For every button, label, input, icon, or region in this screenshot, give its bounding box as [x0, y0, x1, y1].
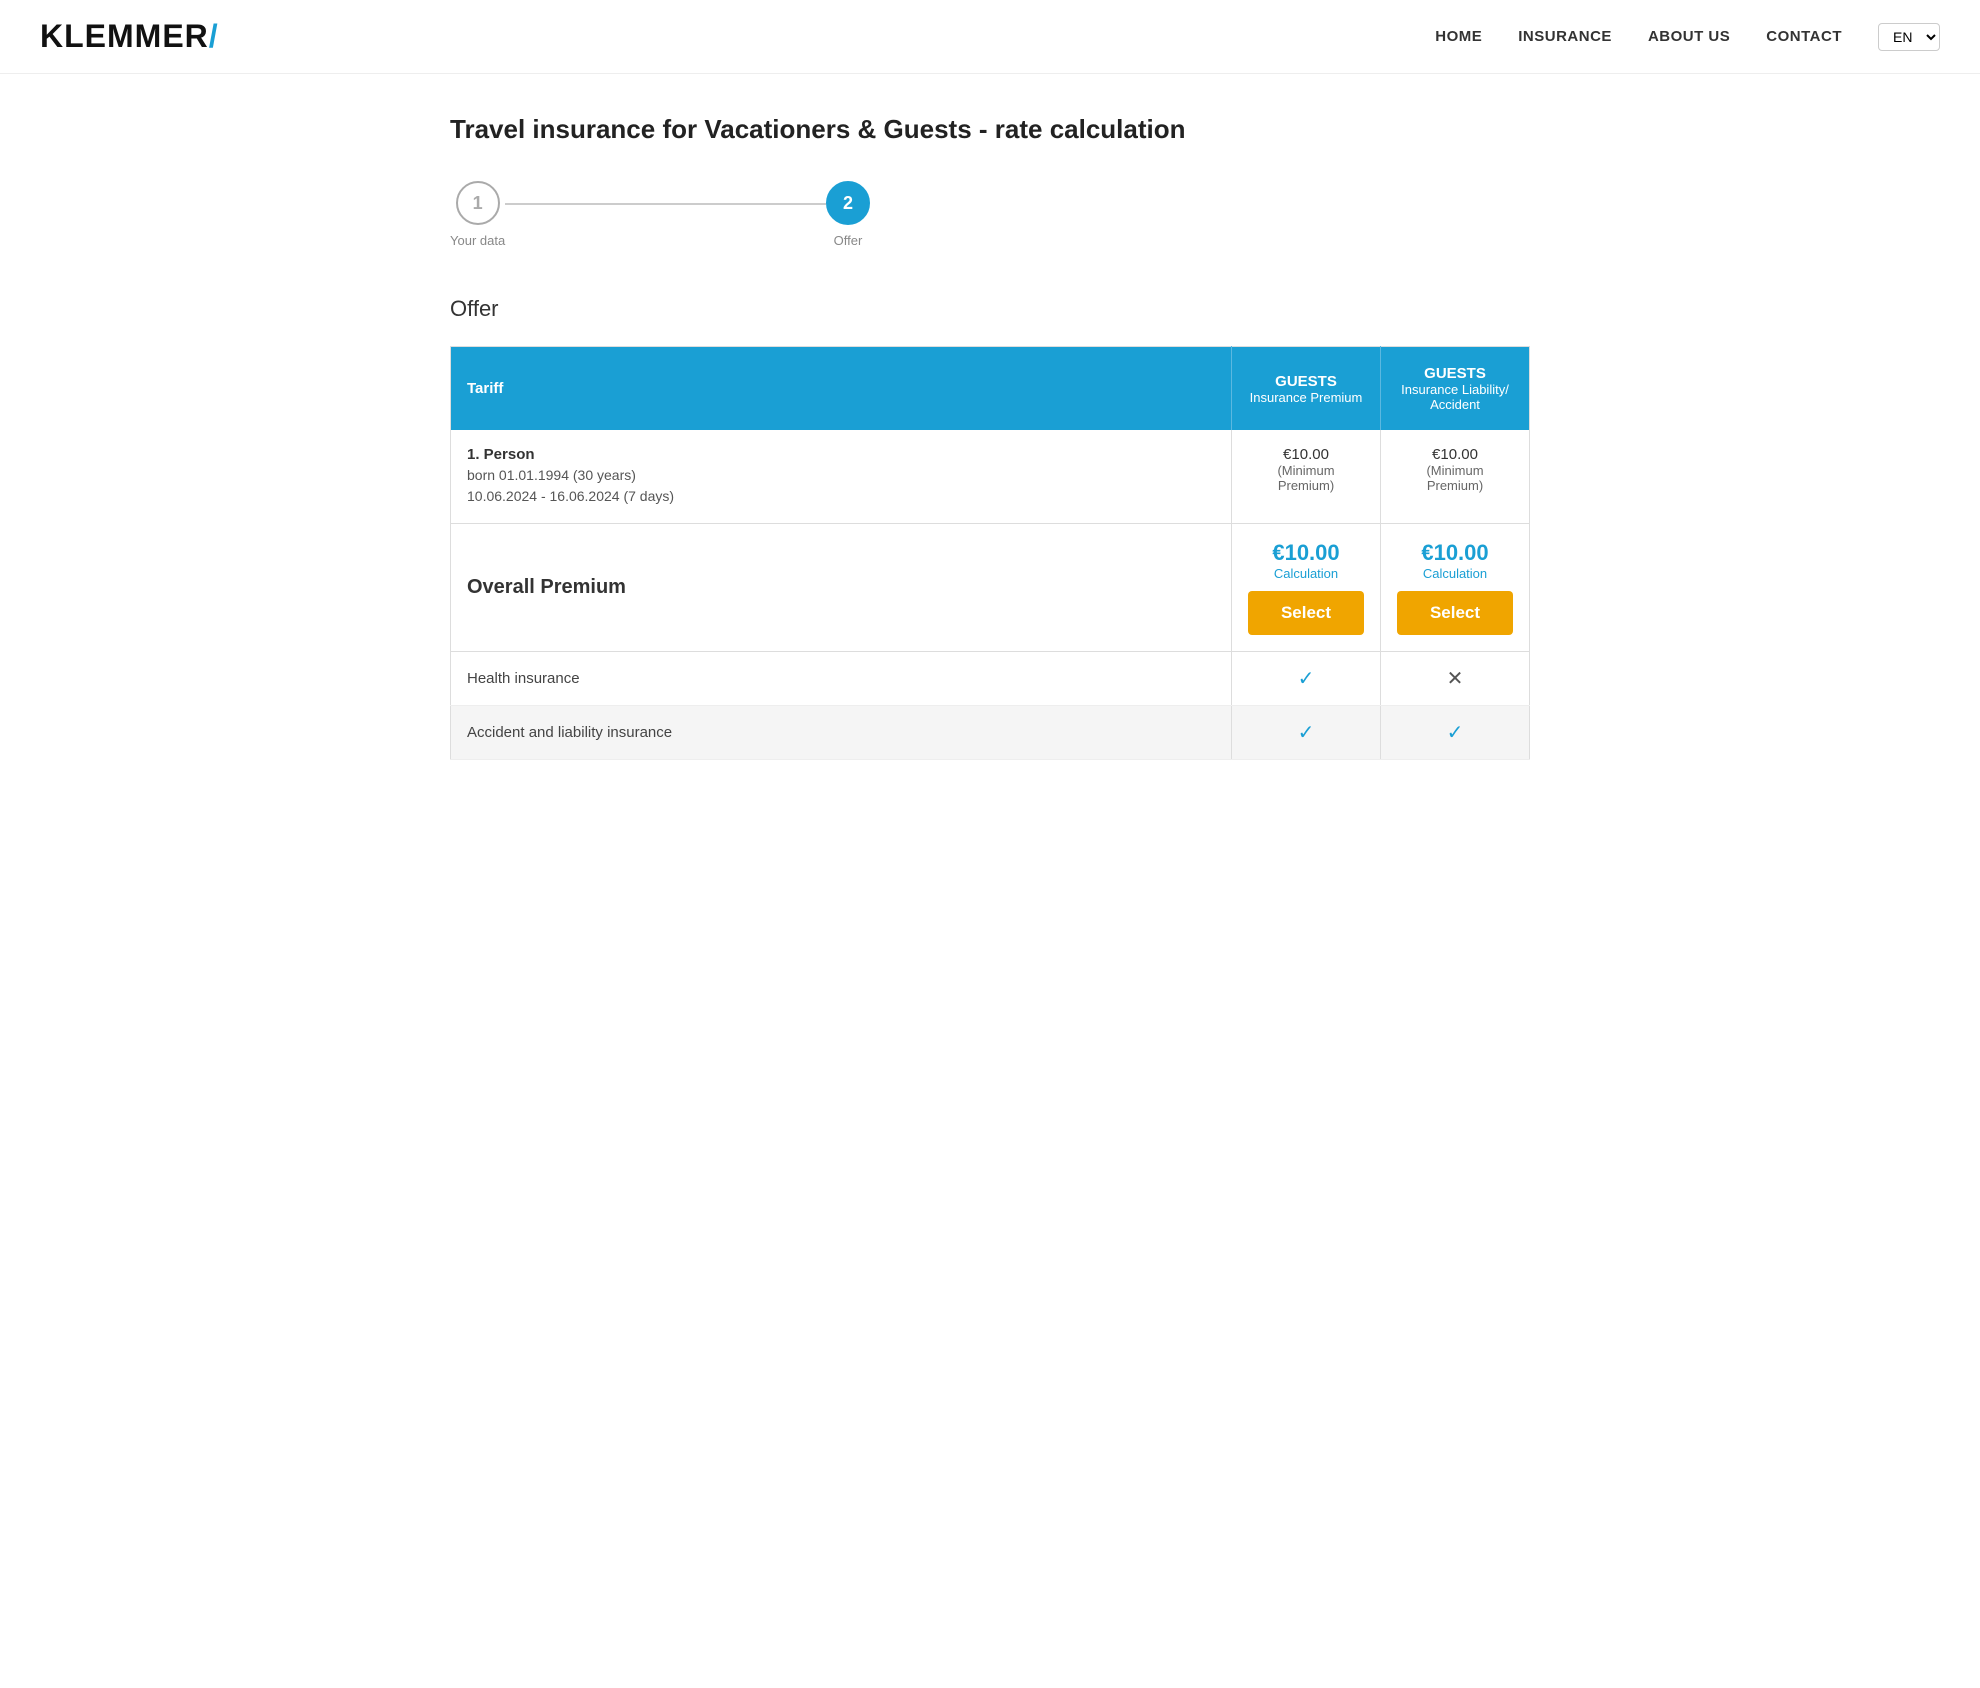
main-nav: HOME INSURANCE ABOUT US CONTACT EN DE: [1435, 23, 1940, 51]
step-1-number: 1: [473, 193, 483, 214]
nav-insurance[interactable]: INSURANCE: [1518, 28, 1612, 45]
stepper: 1 Your data 2 Offer: [450, 181, 870, 248]
main-content: Travel insurance for Vacationers & Guest…: [410, 74, 1570, 820]
overall-label-cell: Overall Premium: [451, 524, 1232, 652]
logo-text: KLEMMER: [40, 18, 209, 54]
step-connector: [505, 203, 826, 205]
feature-label: Accident and liability insurance: [451, 706, 1232, 760]
check-icon: ✓: [1298, 722, 1315, 744]
table-row-feature: Health insurance ✓ ✕: [451, 652, 1530, 706]
th-col1-sub: Insurance Premium: [1248, 390, 1364, 405]
step-2: 2 Offer: [826, 181, 870, 248]
cross-icon: ✕: [1447, 668, 1464, 690]
page-title: Travel insurance for Vacationers & Guest…: [450, 114, 1530, 145]
table-row-person: 1. Person born 01.01.1994 (30 years) 10.…: [451, 430, 1530, 524]
person-col1-min: (Minimum Premium): [1248, 463, 1364, 493]
feature-col1-icon: ✓: [1232, 706, 1381, 760]
overall-col1-price: €10.00: [1248, 540, 1364, 566]
feature-label: Health insurance: [451, 652, 1232, 706]
table-row-overall: Overall Premium €10.00 Calculation Selec…: [451, 524, 1530, 652]
th-tariff: Tariff: [451, 347, 1232, 431]
check-icon: ✓: [1447, 722, 1464, 744]
nav-about[interactable]: ABOUT US: [1648, 28, 1730, 45]
feature-col2-icon: ✕: [1381, 652, 1530, 706]
nav-home[interactable]: HOME: [1435, 28, 1482, 45]
offer-table: Tariff GUESTS Insurance Premium GUESTS I…: [450, 346, 1530, 760]
person-col2-amount: €10.00: [1397, 446, 1513, 463]
person-dates: 10.06.2024 - 16.06.2024 (7 days): [467, 486, 1215, 507]
feature-col1-icon: ✓: [1232, 652, 1381, 706]
th-col2: GUESTS Insurance Liability/ Accident: [1381, 347, 1530, 431]
th-col1: GUESTS Insurance Premium: [1232, 347, 1381, 431]
person-col2-min: (Minimum Premium): [1397, 463, 1513, 493]
step-1-circle: 1: [456, 181, 500, 225]
step-2-label: Offer: [834, 233, 863, 248]
step-2-number: 2: [843, 193, 853, 214]
overall-col2-price: €10.00: [1397, 540, 1513, 566]
overall-col1-calc[interactable]: Calculation: [1248, 566, 1364, 581]
overall-col2-calc[interactable]: Calculation: [1397, 566, 1513, 581]
language-select[interactable]: EN DE: [1878, 23, 1940, 51]
th-col2-sub2: Accident: [1397, 397, 1513, 412]
th-col2-title: GUESTS: [1397, 365, 1513, 382]
logo-slash: /: [209, 18, 219, 54]
nav-contact[interactable]: CONTACT: [1766, 28, 1842, 45]
header: KLEMMER/ HOME INSURANCE ABOUT US CONTACT…: [0, 0, 1980, 74]
select-button-2[interactable]: Select: [1397, 591, 1513, 635]
step-2-circle: 2: [826, 181, 870, 225]
person-col1-price: €10.00 (Minimum Premium): [1232, 430, 1381, 524]
person-born: born 01.01.1994 (30 years): [467, 465, 1215, 486]
overall-col1-cell: €10.00 Calculation Select: [1232, 524, 1381, 652]
step-1: 1 Your data: [450, 181, 505, 248]
offer-section-title: Offer: [450, 296, 1530, 322]
person-col2-price: €10.00 (Minimum Premium): [1381, 430, 1530, 524]
overall-label: Overall Premium: [467, 576, 626, 598]
overall-col2-cell: €10.00 Calculation Select: [1381, 524, 1530, 652]
check-icon: ✓: [1298, 668, 1315, 690]
feature-col2-icon: ✓: [1381, 706, 1530, 760]
logo: KLEMMER/: [40, 18, 219, 55]
person-info: 1. Person born 01.01.1994 (30 years) 10.…: [451, 430, 1232, 524]
select-button-1[interactable]: Select: [1248, 591, 1364, 635]
th-col1-title: GUESTS: [1248, 373, 1364, 390]
table-row-feature: Accident and liability insurance ✓ ✓: [451, 706, 1530, 760]
step-1-label: Your data: [450, 233, 505, 248]
person-col1-amount: €10.00: [1248, 446, 1364, 463]
person-label: 1. Person: [467, 446, 1215, 463]
th-col2-sub1: Insurance Liability/: [1397, 382, 1513, 397]
